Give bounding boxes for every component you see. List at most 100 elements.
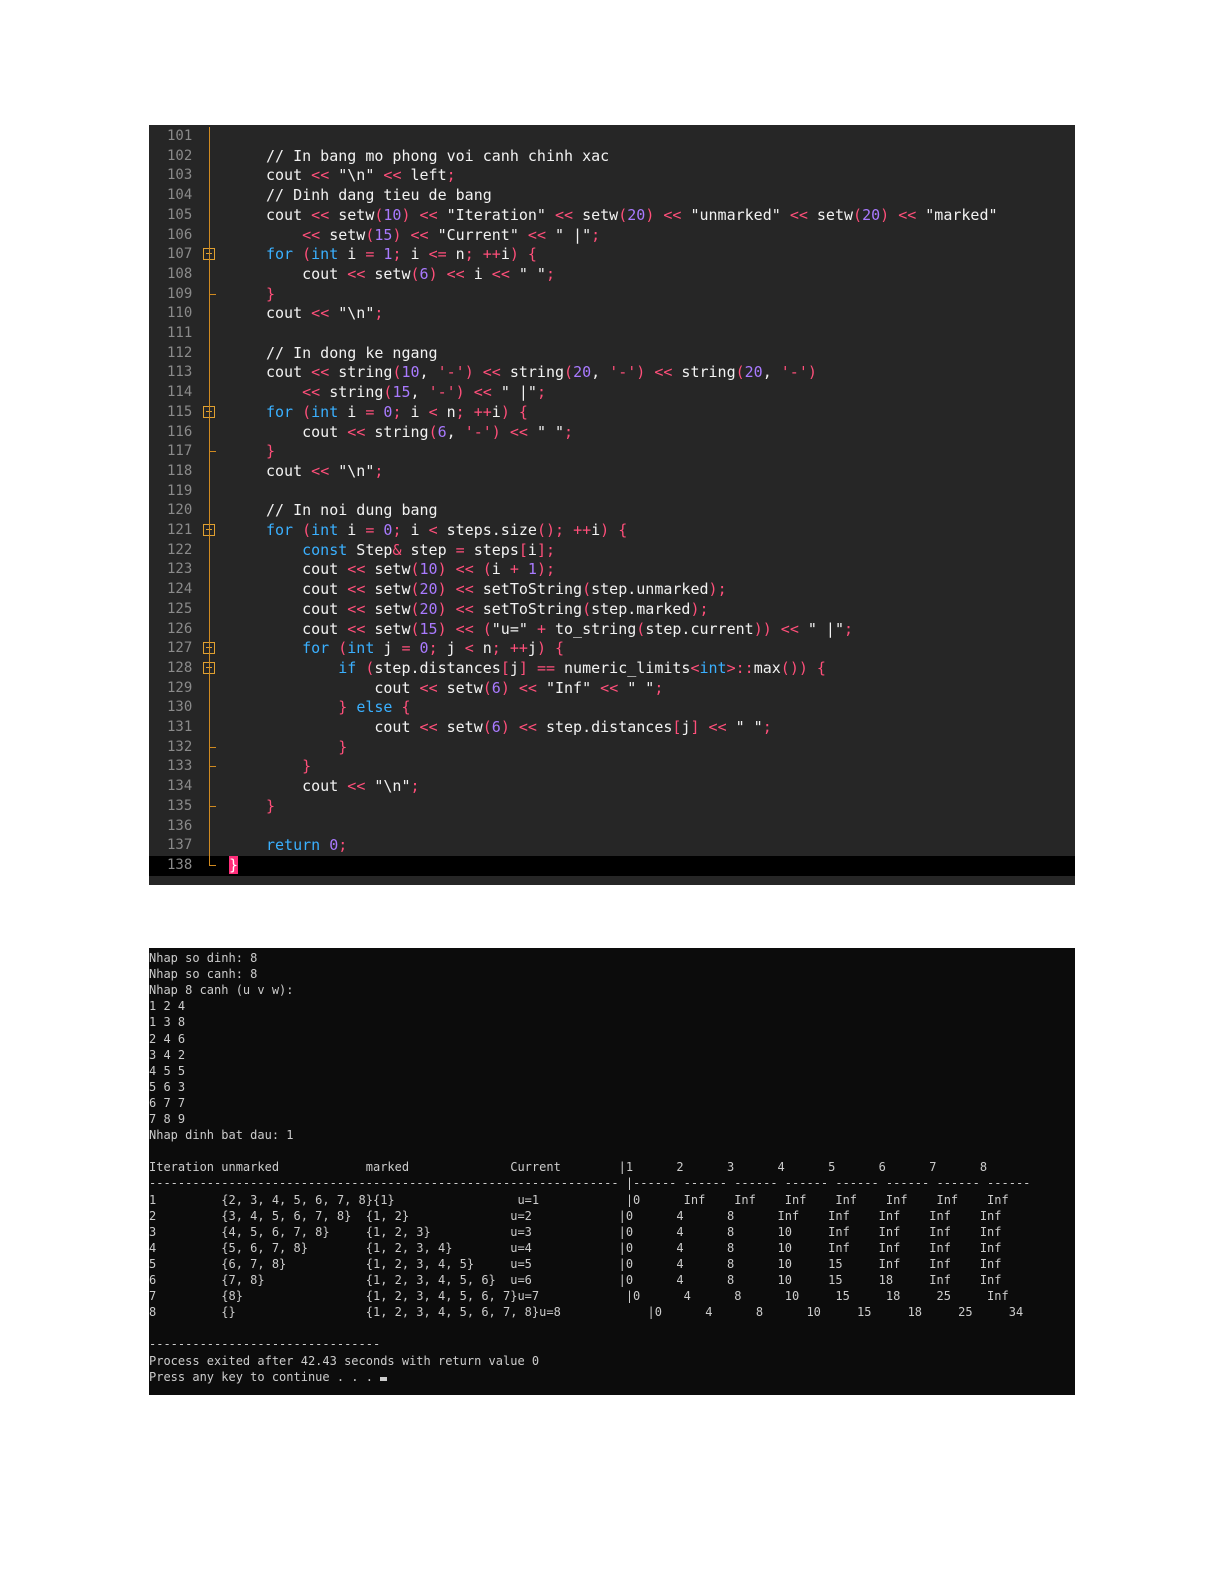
code-text: << string(15, '-') << " |";: [302, 383, 546, 402]
line-number: 133: [167, 758, 193, 775]
code-text: cout << string(6, '-') << " ";: [266, 422, 574, 441]
console-line: Nhap so canh: 8: [149, 967, 258, 982]
code-text: cout << setw(6) << i << " ";: [266, 264, 555, 283]
console-line: 2 {3, 4, 5, 6, 7, 8} {1, 2} u=2 |0 4 8 I…: [149, 1208, 1002, 1223]
code-text: }: [229, 855, 239, 874]
code-text: cout << setw(10) << "Iteration" << setw(…: [266, 205, 998, 224]
fold-end-marker: [209, 746, 216, 748]
code-text: // In bang mo phong voi canh chinh xac: [266, 146, 610, 165]
code-line[interactable]: 129 cout << setw(6) << "Inf" << " ";: [149, 679, 1075, 699]
line-number: 113: [167, 364, 193, 381]
code-line[interactable]: 136: [149, 817, 1075, 837]
code-line[interactable]: 127 for (int j = 0; j < n; ++j) {: [149, 639, 1075, 659]
code-text: const Step& step = steps[i];: [302, 540, 555, 559]
code-text: cout << setw(10) << (i + 1);: [266, 560, 555, 579]
line-number: 127: [167, 640, 193, 657]
code-line[interactable]: 122 const Step& step = steps[i];: [149, 541, 1075, 561]
code-line[interactable]: 116 cout << string(6, '-') << " ";: [149, 423, 1075, 443]
console-line: 6 {7, 8} {1, 2, 3, 4, 5, 6} u=6 |0 4 8 1…: [149, 1273, 1002, 1287]
code-line[interactable]: 102 // In bang mo phong voi canh chinh xa…: [149, 147, 1075, 167]
line-number: 136: [167, 817, 193, 834]
line-number: 106: [167, 226, 193, 243]
line-number: 128: [167, 659, 193, 676]
code-text: cout << "\n";: [266, 777, 420, 796]
code-line[interactable]: 120 // In noi dung bang: [149, 501, 1075, 521]
line-number: 132: [167, 738, 193, 755]
console-line: 6 7 7: [149, 1095, 186, 1110]
console-line: 3 {4, 5, 6, 7, 8} {1, 2, 3} u=3 |0 4 8 1…: [149, 1224, 1002, 1239]
code-line[interactable]: 135}: [149, 797, 1075, 817]
line-number: 104: [167, 187, 193, 204]
line-number: 109: [167, 285, 193, 302]
code-line[interactable]: 104 // Dinh dang tieu de bang: [149, 186, 1075, 206]
code-text: // In noi dung bang: [266, 501, 438, 520]
console-line: 8 {} {1, 2, 3, 4, 5, 6, 7, 8}u=8 |0 4 8 …: [149, 1305, 1024, 1320]
console-line: 5 6 3: [149, 1079, 186, 1094]
code-line[interactable]: 109}: [149, 285, 1075, 305]
code-line[interactable]: 137 return 0;: [149, 836, 1075, 856]
code-text: }: [266, 284, 276, 303]
line-number: 118: [167, 462, 193, 479]
line-number: 110: [167, 305, 193, 322]
console-output: Nhap so dinh: 8 Nhap so canh: 8 Nhap 8 can…: [149, 948, 1075, 1395]
console-line: Process exited after 42.43 seconds with …: [149, 1353, 540, 1368]
line-number: 137: [167, 837, 193, 854]
code-line[interactable]: 108 cout << setw(6) << i << " ";: [149, 265, 1075, 285]
line-number: 119: [167, 482, 193, 499]
code-line[interactable]: 121 for (int i = 0; i < steps.size(); ++i…: [149, 521, 1075, 541]
code-line[interactable]: 103 cout << "\n" << left;: [149, 166, 1075, 186]
code-text: }: [338, 737, 348, 756]
code-line[interactable]: 106 << setw(15) << "Current" << " |";: [149, 226, 1075, 246]
console-line: Nhap dinh bat dau: 1: [149, 1128, 294, 1143]
console-line: 4 {5, 6, 7, 8} {1, 2, 3, 4} u=4 |0 4 8 1…: [149, 1240, 1002, 1255]
console-line: 3 4 2: [149, 1047, 186, 1062]
code-line[interactable]: 128 if (step.distances[j] == numeric_lim…: [149, 659, 1075, 679]
line-number: 120: [167, 502, 193, 519]
line-number: 115: [167, 403, 193, 420]
code-line[interactable]: 131 cout << setw(6) << step.distances[j]…: [149, 718, 1075, 738]
code-text: } else {: [338, 698, 411, 717]
line-number: 129: [167, 679, 193, 696]
code-text: for (int j = 0; j < n; ++j) {: [302, 639, 565, 658]
console-line: Nhap 8 canh (u v w):: [149, 983, 294, 998]
code-line[interactable]: 114 << string(15, '-') << " |";: [149, 383, 1075, 403]
fold-guide: [209, 127, 210, 866]
code-text: for (int i = 0; i < n; ++i) {: [266, 402, 528, 421]
code-line[interactable]: 134 cout << "\n";: [149, 777, 1075, 797]
code-line[interactable]: 124 cout << setw(20) << setToString(step…: [149, 580, 1075, 600]
fold-end-marker: [209, 864, 216, 866]
code-line[interactable]: 132 }: [149, 738, 1075, 758]
code-editor[interactable]: 101 102 // In bang mo phong voi canh chinh…: [149, 125, 1075, 885]
code-line[interactable]: 112 // In dong ke ngang: [149, 344, 1075, 364]
code-text: if (step.distances[j] == numeric_limits<…: [338, 658, 826, 677]
line-number: 131: [167, 719, 193, 735]
code-line[interactable]: 101: [149, 127, 1075, 147]
line-number: 108: [167, 265, 193, 282]
code-line[interactable]: 111: [149, 324, 1075, 344]
console-line: Press any key to continue . . .: [149, 1369, 388, 1385]
code-line[interactable]: 105 cout << setw(10) << "Iteration" << se…: [149, 206, 1075, 226]
code-text: cout << "\n";: [266, 461, 384, 480]
code-line[interactable]: 107 for (int i = 1; i <= n; ++i) {: [149, 245, 1075, 265]
code-text: cout << setw(6) << step.distances[j] << …: [266, 718, 772, 736]
line-number: 138: [167, 856, 193, 873]
code-line[interactable]: 118 cout << "\n";: [149, 462, 1075, 482]
code-line[interactable]: 119: [149, 482, 1075, 502]
code-line[interactable]: 133 }: [149, 757, 1075, 777]
code-line[interactable]: 125 cout << setw(20) << setToString(step…: [149, 600, 1075, 620]
code-line[interactable]: 115 for (int i = 0; i < n; ++i) {: [149, 403, 1075, 423]
code-text: cout << setw(6) << "Inf" << " ";: [266, 678, 664, 697]
code-line[interactable]: 126 cout << setw(15) << ("u=" + to_strin…: [149, 620, 1075, 640]
console-line: 7 8 9: [149, 1112, 186, 1126]
line-number: 122: [167, 541, 193, 558]
line-number: 111: [167, 325, 193, 341]
line-number: 126: [167, 620, 193, 637]
line-number: 112: [167, 344, 193, 361]
code-line[interactable]: 123 cout << setw(10) << (i + 1);: [149, 560, 1075, 580]
code-line[interactable]: 138}: [149, 855, 1075, 876]
code-line[interactable]: 113 cout << string(10, '-') << string(20,…: [149, 363, 1075, 383]
line-number: 124: [167, 581, 193, 598]
code-line[interactable]: 117}: [149, 442, 1075, 462]
code-line[interactable]: 110 cout << "\n";: [149, 304, 1075, 324]
code-line[interactable]: 130 } else {: [149, 698, 1075, 718]
